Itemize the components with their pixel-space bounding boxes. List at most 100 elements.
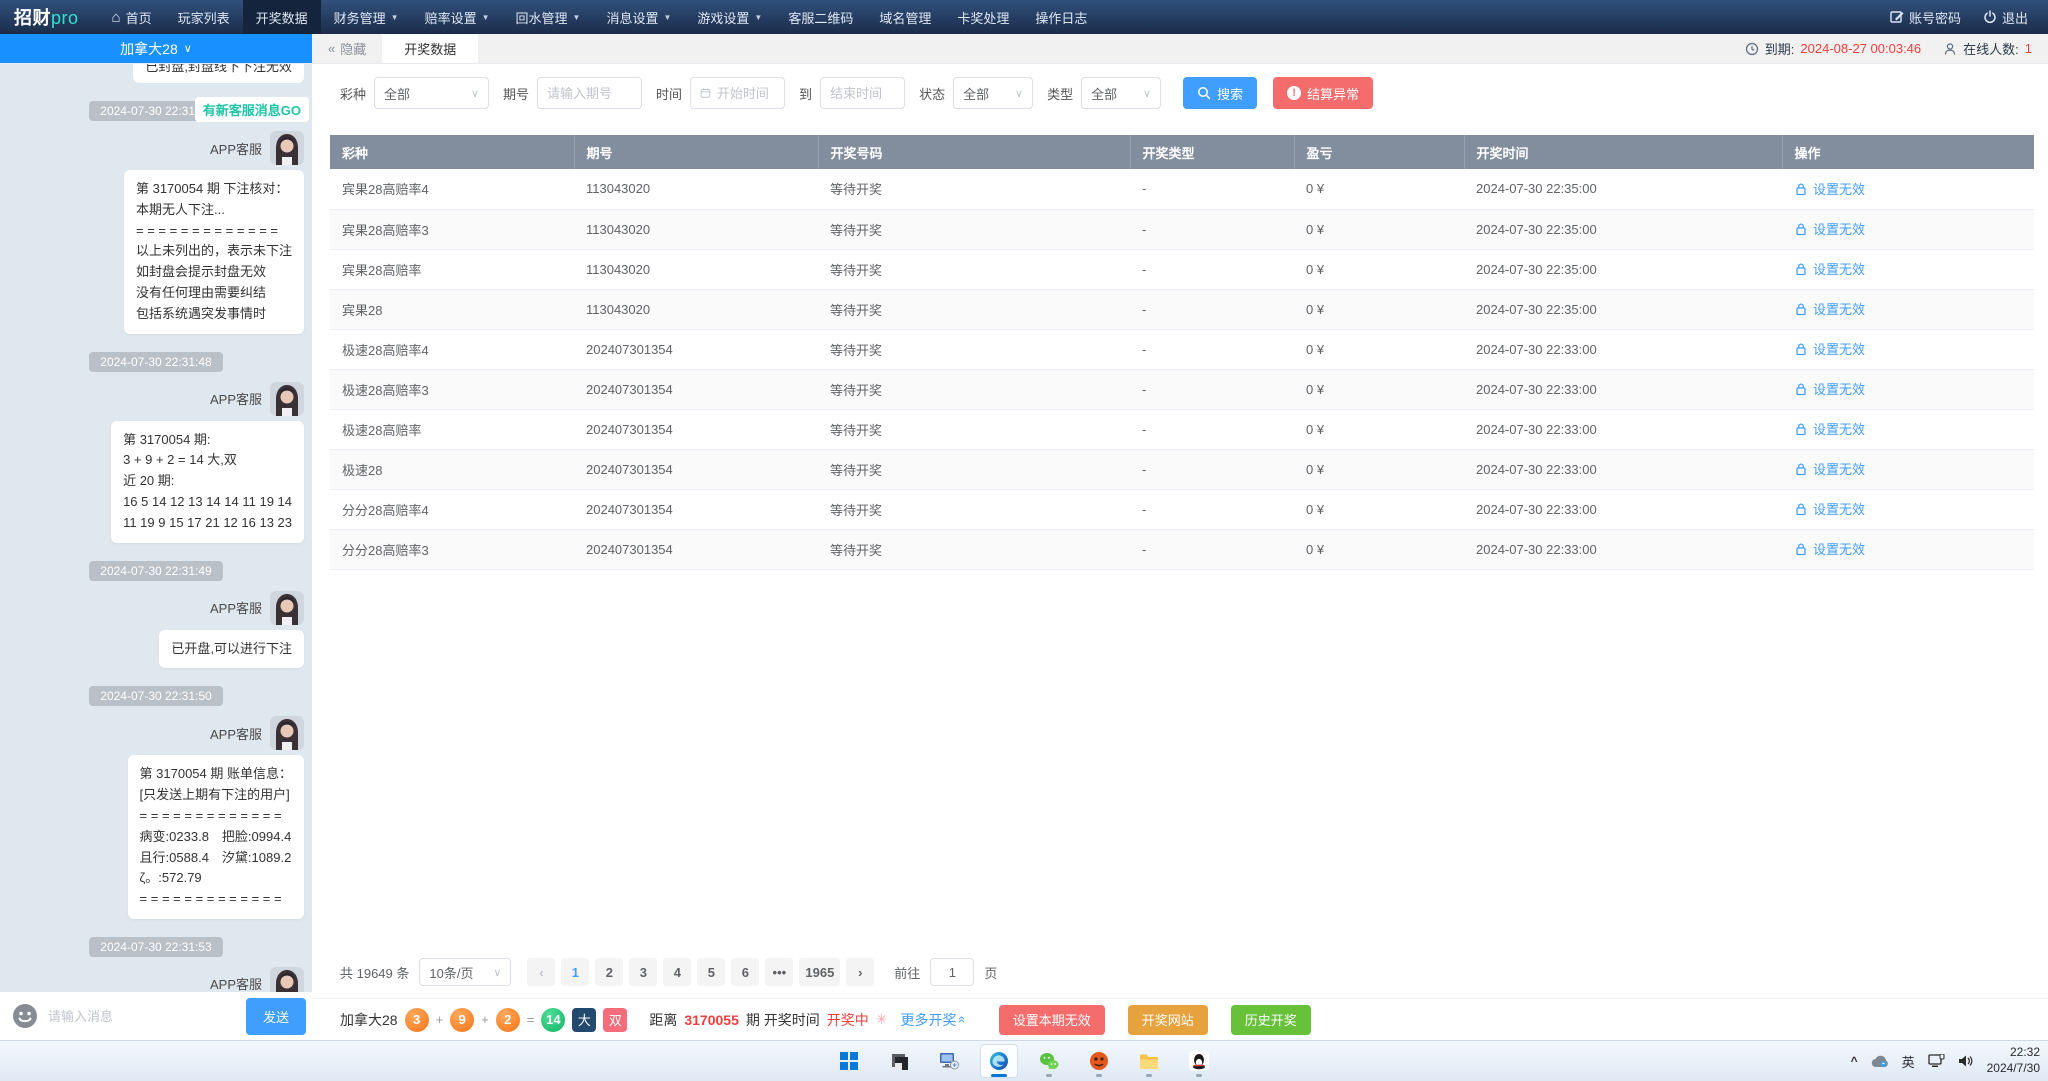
set-invalid-link[interactable]: 设置无效 xyxy=(1794,379,1865,398)
account-password-button[interactable]: 账号密码 xyxy=(1890,0,1961,34)
nav-game[interactable]: 游戏设置▼ xyxy=(684,0,775,34)
cell-action: 设置无效 xyxy=(1782,409,2034,449)
chat-sender-row: APP客服 xyxy=(0,967,304,992)
nav-rebate[interactable]: 回水管理▼ xyxy=(503,0,594,34)
taskbar-clock[interactable]: 22:32 2024/7/30 xyxy=(1987,1045,2040,1076)
browser-360-icon[interactable] xyxy=(1080,1044,1118,1078)
volume-icon[interactable] xyxy=(1958,1054,1974,1068)
qq-icon[interactable] xyxy=(1180,1044,1218,1078)
nav-qrcode[interactable]: 客服二维码 xyxy=(775,0,866,34)
nav-label: 客服二维码 xyxy=(788,8,853,27)
set-invalid-link[interactable]: 设置无效 xyxy=(1794,299,1865,318)
lock-icon xyxy=(1794,422,1808,436)
nav-odds[interactable]: 赔率设置▼ xyxy=(412,0,503,34)
set-current-invalid-button[interactable]: 设置本期无效 xyxy=(999,1005,1105,1035)
page-button-1[interactable]: 1 xyxy=(561,958,589,986)
new-message-badge[interactable]: 有新客服消息GO xyxy=(195,97,309,122)
nav-finance[interactable]: 财务管理▼ xyxy=(321,0,412,34)
set-invalid-link[interactable]: 设置无效 xyxy=(1794,259,1865,278)
set-invalid-link[interactable]: 设置无效 xyxy=(1794,219,1865,238)
nav-players[interactable]: 玩家列表 xyxy=(165,0,243,34)
selected-value: 全部 xyxy=(963,84,989,103)
nav-label: 首页 xyxy=(126,8,152,27)
end-time-input[interactable] xyxy=(830,86,895,101)
nav-home[interactable]: ⌂首页 xyxy=(99,0,165,34)
search-button[interactable]: 搜索 xyxy=(1183,77,1257,109)
type-select[interactable]: 全部∨ xyxy=(1081,77,1161,109)
hide-sidebar-button[interactable]: « 隐藏 xyxy=(312,34,382,63)
set-invalid-link[interactable]: 设置无效 xyxy=(1794,539,1865,558)
page-button-4[interactable]: 4 xyxy=(663,958,691,986)
nav-draw-data[interactable]: 开奖数据 xyxy=(243,0,321,34)
message-input[interactable] xyxy=(48,1009,236,1024)
nav-message[interactable]: 消息设置▼ xyxy=(593,0,684,34)
cell-action: 设置无效 xyxy=(1782,489,2034,529)
chat-message-list[interactable]: 已封盘,封盘线下下注无效 2024-07-30 22:31:48 APP客服 第… xyxy=(0,64,312,992)
tab-draw-data[interactable]: 开奖数据 xyxy=(382,34,478,63)
chevron-down-icon: ∨ xyxy=(1143,87,1151,100)
network-icon[interactable] xyxy=(1928,1054,1945,1068)
cell-type: - xyxy=(1130,289,1294,329)
nav-logs[interactable]: 操作日志 xyxy=(1022,0,1100,34)
settlement-abnormal-button[interactable]: ! 结算异常 xyxy=(1273,77,1373,109)
table-row: 宾果28113043020等待开奖-0 ¥2024-07-30 22:35:00… xyxy=(330,289,2034,329)
remote-desktop-icon[interactable] xyxy=(930,1044,968,1078)
more-draws-link[interactable]: 更多开奖« xyxy=(901,1010,966,1030)
next-page-button[interactable]: › xyxy=(846,958,874,986)
chat-bubble: 第 3170054 期 账单信息： [只发送上期有下注的用户] = = = = … xyxy=(128,755,304,919)
task-view-icon[interactable] xyxy=(880,1044,918,1078)
set-invalid-link[interactable]: 设置无效 xyxy=(1794,499,1865,518)
set-invalid-link[interactable]: 设置无效 xyxy=(1794,339,1865,358)
table-row: 极速28高赔率4202407301354等待开奖-0 ¥2024-07-30 2… xyxy=(330,329,2034,369)
cell-time: 2024-07-30 22:35:00 xyxy=(1464,209,1782,249)
pager-ellipsis[interactable]: ••• xyxy=(765,958,793,986)
emoji-icon[interactable] xyxy=(12,1003,38,1029)
top-navbar: 招财pro ⌂首页 玩家列表 开奖数据 财务管理▼ 赔率设置▼ 回水管理▼ 消息… xyxy=(0,0,2048,34)
draw-ball-3: 2 xyxy=(496,1008,520,1032)
chat-timestamp: 2024-07-30 22:31:53 xyxy=(89,937,222,957)
file-explorer-icon[interactable] xyxy=(1130,1044,1168,1078)
table-row: 宾果28高赔率4113043020等待开奖-0 ¥2024-07-30 22:3… xyxy=(330,169,2034,209)
set-invalid-link[interactable]: 设置无效 xyxy=(1794,459,1865,478)
nav-domain[interactable]: 域名管理 xyxy=(866,0,944,34)
page-button-3[interactable]: 3 xyxy=(629,958,657,986)
edge-browser-icon[interactable] xyxy=(980,1044,1018,1078)
set-invalid-link[interactable]: 设置无效 xyxy=(1794,419,1865,438)
page-button-5[interactable]: 5 xyxy=(697,958,725,986)
parity-badge: 双 xyxy=(603,1008,627,1032)
weather-icon[interactable] xyxy=(1871,1054,1889,1068)
col-code: 开奖号码 xyxy=(818,135,1130,169)
page-button-2[interactable]: 2 xyxy=(595,958,623,986)
logout-button[interactable]: 退出 xyxy=(1983,0,2028,34)
lottery-select[interactable]: 全部∨ xyxy=(374,77,489,109)
issue-input[interactable] xyxy=(547,86,632,101)
to-label: 到 xyxy=(799,84,812,103)
history-draws-button[interactable]: 历史开奖 xyxy=(1231,1005,1311,1035)
prev-page-button[interactable]: ‹ xyxy=(527,958,555,986)
room-selector[interactable]: 加拿大28 ∨ xyxy=(0,34,312,63)
ime-indicator[interactable]: 英 xyxy=(1902,1052,1915,1071)
status-select[interactable]: 全部∨ xyxy=(953,77,1033,109)
page-button-6[interactable]: 6 xyxy=(731,958,759,986)
goto-page-input[interactable] xyxy=(930,958,974,986)
windows-start-icon[interactable] xyxy=(830,1044,868,1078)
send-button[interactable]: 发送 xyxy=(246,998,306,1035)
action-label: 设置无效 xyxy=(1813,419,1865,438)
cell-profit: 0 ¥ xyxy=(1294,529,1464,569)
start-time-input[interactable] xyxy=(717,86,775,101)
page-button-last[interactable]: 1965 xyxy=(799,958,840,986)
cell-profit: 0 ¥ xyxy=(1294,289,1464,329)
page-unit-label: 页 xyxy=(984,963,997,982)
wechat-icon[interactable] xyxy=(1030,1044,1068,1078)
windows-taskbar: ^ 英 22:32 2024/7/30 xyxy=(0,1040,2048,1081)
draw-website-button[interactable]: 开奖网站 xyxy=(1128,1005,1208,1035)
expire-value: 2024-08-27 00:03:46 xyxy=(1800,41,1921,56)
cell-issue: 113043020 xyxy=(574,209,818,249)
tray-chevron-icon[interactable]: ^ xyxy=(1851,1054,1858,1068)
sender-name: APP客服 xyxy=(210,598,262,617)
table-row: 极速28202407301354等待开奖-0 ¥2024-07-30 22:33… xyxy=(330,449,2034,489)
nav-card-prize[interactable]: 卡奖处理 xyxy=(944,0,1022,34)
lock-icon xyxy=(1794,462,1808,476)
set-invalid-link[interactable]: 设置无效 xyxy=(1794,179,1865,198)
page-size-select[interactable]: 10条/页∨ xyxy=(419,958,511,986)
